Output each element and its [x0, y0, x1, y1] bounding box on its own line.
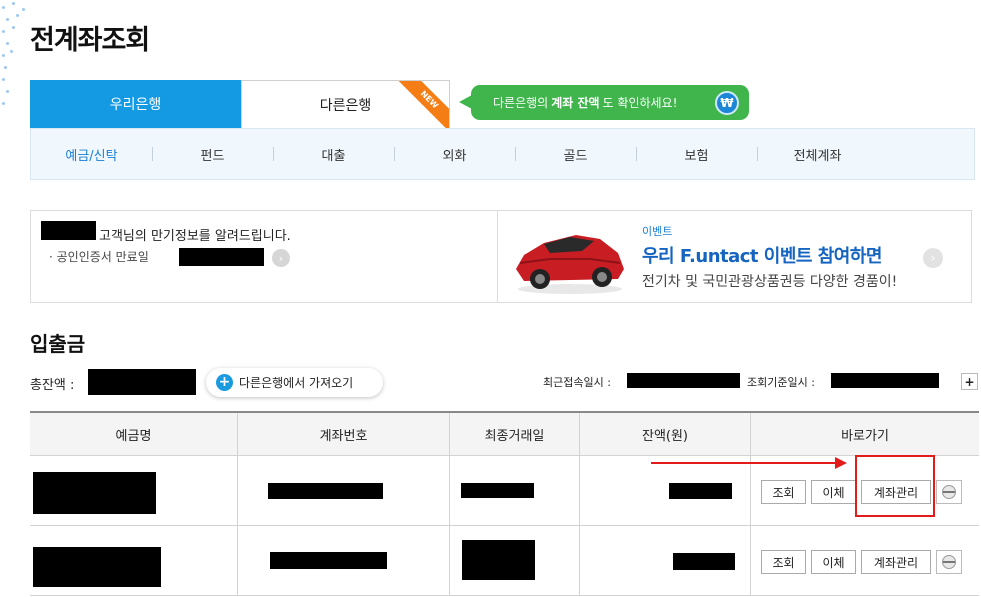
inquiry-button[interactable]: 조회 — [761, 550, 806, 574]
category-deposit[interactable]: 예금/신탁 — [31, 145, 152, 164]
redacted-cert-date — [179, 248, 264, 266]
annotation-arrow-head — [835, 457, 847, 469]
car-image — [516, 235, 624, 294]
won-icon[interactable]: ₩ — [715, 91, 739, 115]
event-label: 이벤트 — [642, 225, 673, 238]
tab-label: 우리은행 — [109, 97, 162, 113]
redacted-balance — [673, 553, 735, 570]
tab-other-bank[interactable]: 다른은행 NEW — [241, 80, 450, 128]
redacted-balance — [669, 483, 732, 499]
header-shortcuts: 바로가기 — [841, 429, 889, 444]
header-balance: 잔액(원) — [580, 413, 751, 456]
table-row: 조회 이체 계좌관리 — [30, 526, 979, 596]
annotation-highlight-box — [855, 455, 935, 517]
promo-bold: 계좌 잔액 — [551, 96, 600, 110]
redacted-account-number — [270, 552, 387, 569]
category-fund[interactable]: 펀드 — [152, 145, 273, 164]
category-all-accounts[interactable]: 전체계좌 — [757, 145, 878, 164]
header-account-number: 계좌번호 — [238, 413, 450, 456]
redacted-name — [41, 221, 96, 240]
event-title: 우리 F.untact 이벤트 참여하면 — [642, 246, 882, 267]
event-banner[interactable]: 이벤트 우리 F.untact 이벤트 참여하면 전기차 및 국민관광상품권등 … — [497, 211, 971, 302]
category-foreign-currency[interactable]: 외화 — [394, 145, 515, 164]
maturity-greeting: 고객님의 만기정보를 알려드립니다. — [99, 229, 291, 244]
redacted-account-name — [33, 472, 156, 514]
chevron-right-icon[interactable]: › — [923, 248, 943, 268]
accounts-table: 예금명 계좌번호 최종거래일 잔액(원) 바로가기 조회 이체 계좌관리 조회 … — [30, 411, 979, 597]
more-options-icon[interactable] — [936, 550, 962, 574]
new-badge: NEW — [393, 81, 449, 128]
category-loan[interactable]: 대출 — [273, 145, 394, 164]
header-account-name: 예금명 — [30, 413, 238, 456]
redacted-last-transaction — [462, 540, 535, 580]
redacted-last-transaction — [461, 483, 534, 498]
promo-prefix: 다른은행의 — [493, 96, 549, 110]
redacted-recent-access — [627, 373, 740, 388]
chevron-right-icon[interactable]: › — [272, 249, 290, 267]
info-box: 고객님의 만기정보를 알려드립니다. · 공인인증서 만료일 › 이벤트 우리 … — [30, 210, 972, 303]
expand-button[interactable]: + — [961, 373, 978, 390]
maturity-info: 고객님의 만기정보를 알려드립니다. · 공인인증서 만료일 › — [31, 211, 497, 302]
table-header: 예금명 계좌번호 최종거래일 잔액(원) 바로가기 — [30, 413, 979, 456]
promo-suffix: 도 확인하세요! — [602, 96, 678, 110]
more-options-icon[interactable] — [936, 480, 962, 504]
header-last-transaction: 최종거래일 — [450, 413, 580, 456]
plus-icon: + — [216, 374, 233, 391]
account-management-button[interactable]: 계좌관리 — [861, 550, 931, 574]
category-bar: 예금/신탁 펀드 대출 외화 골드 보험 전체계좌 — [30, 128, 975, 180]
redacted-total-balance — [88, 369, 196, 395]
cert-expiry-label: · 공인인증서 만료일 — [49, 250, 149, 264]
redacted-query-date — [831, 373, 939, 388]
redacted-account-name — [33, 547, 161, 587]
inquiry-button[interactable]: 조회 — [761, 480, 806, 504]
redacted-account-number — [268, 483, 383, 499]
section-title: 입출금 — [30, 332, 86, 356]
page-title: 전계좌조회 — [30, 25, 150, 56]
annotation-arrow — [651, 462, 837, 464]
recent-access-label: 최근접속일시 : — [543, 376, 611, 389]
query-date-label: 조회기준일시 : — [747, 376, 815, 389]
transfer-button[interactable]: 이체 — [811, 480, 856, 504]
transfer-button[interactable]: 이체 — [811, 550, 856, 574]
fetch-label: 다른은행에서 가져오기 — [239, 376, 354, 390]
event-description: 전기차 및 국민관광상품권등 다양한 경품이! — [642, 274, 898, 290]
tab-woori-bank[interactable]: 우리은행 — [30, 80, 241, 128]
category-insurance[interactable]: 보험 — [636, 145, 757, 164]
promo-bubble[interactable]: 다른은행의 계좌 잔액 도 확인하세요! ₩ — [459, 85, 749, 120]
total-balance-label: 총잔액 : — [30, 378, 75, 393]
tab-label: 다른은행 — [319, 97, 372, 114]
category-gold[interactable]: 골드 — [515, 145, 636, 164]
fetch-other-bank-button[interactable]: + 다른은행에서 가져오기 — [206, 368, 383, 397]
